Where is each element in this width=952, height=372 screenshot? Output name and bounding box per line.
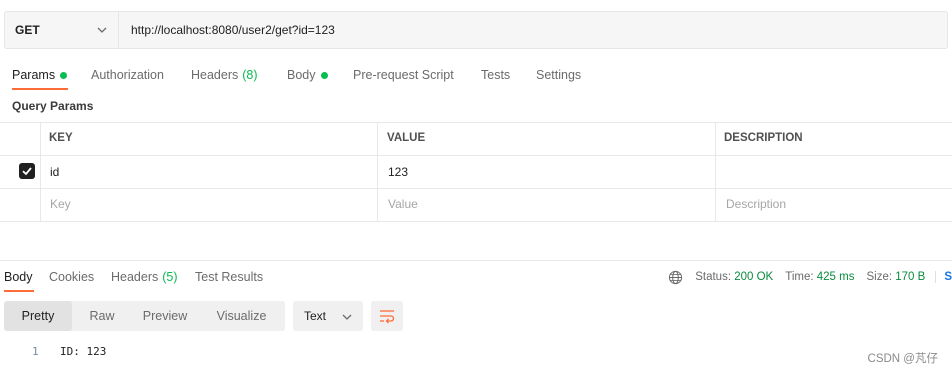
response-body-text[interactable]: ID: 123 <box>60 345 106 358</box>
tab-cookies[interactable]: Cookies <box>49 262 94 292</box>
chevron-down-icon <box>97 27 107 33</box>
watermark-text: CSDN @芃仔 <box>867 353 938 365</box>
size-label: Size: <box>866 271 893 283</box>
globe-icon[interactable] <box>668 270 683 285</box>
tab-body-label: Body <box>287 68 316 82</box>
new-description-input[interactable]: Description <box>726 197 786 211</box>
tab-headers-label: Headers <box>191 68 239 82</box>
param-enabled-checkbox[interactable] <box>19 163 35 179</box>
size-info[interactable]: Size: 170 B <box>866 271 925 283</box>
response-headers-count: (5) <box>162 270 178 284</box>
chevron-down-icon <box>342 314 352 320</box>
tab-params[interactable]: Params <box>12 60 68 90</box>
tab-settings-label: Settings <box>536 68 582 82</box>
table-col-divider <box>377 122 378 222</box>
format-select[interactable]: Text <box>293 301 363 331</box>
method-select[interactable]: GET <box>5 12 119 48</box>
response-divider <box>0 260 952 261</box>
url-input[interactable]: http://localhost:8080/user2/get?id=123 <box>131 12 335 48</box>
view-raw-button[interactable]: Raw <box>72 301 132 331</box>
url-text: http://localhost:8080/user2/get?id=123 <box>131 23 335 37</box>
tab-pre-request-label: Pre-request Script <box>353 68 454 82</box>
view-mode-group: Pretty Raw Preview Visualize <box>4 301 285 331</box>
active-response-tab-underline <box>4 290 34 292</box>
body-indicator-dot <box>320 71 328 79</box>
tab-settings[interactable]: Settings <box>536 60 581 90</box>
tab-authorization-label: Authorization <box>91 68 164 82</box>
status-value: 200 OK <box>734 271 774 283</box>
new-key-input[interactable]: Key <box>50 197 71 211</box>
table-border-bottom <box>0 221 952 222</box>
method-label: GET <box>15 23 40 37</box>
wrap-lines-icon <box>380 310 395 324</box>
tab-headers[interactable]: Headers (8) <box>191 60 258 90</box>
new-value-input[interactable]: Value <box>388 197 418 211</box>
headers-count: (8) <box>242 68 258 82</box>
tab-test-results-label: Test Results <box>195 270 264 284</box>
request-url-bar: GET http://localhost:8080/user2/get?id=1… <box>4 11 948 49</box>
table-row-divider <box>0 155 952 156</box>
active-tab-underline <box>12 88 68 90</box>
table-col-divider <box>715 122 716 222</box>
param-key-cell[interactable]: id <box>50 165 59 179</box>
format-label: Text <box>304 309 327 323</box>
tab-cookies-label: Cookies <box>49 270 95 284</box>
column-header-key: KEY <box>49 132 73 144</box>
time-label: Time: <box>785 271 814 283</box>
tab-pre-request-script[interactable]: Pre-request Script <box>353 60 454 90</box>
tab-tests-label: Tests <box>481 68 511 82</box>
tab-response-headers[interactable]: Headers (5) <box>111 262 178 292</box>
tab-authorization[interactable]: Authorization <box>91 60 164 90</box>
table-row-divider <box>0 188 952 189</box>
checkmark-icon <box>22 167 32 176</box>
table-col-divider <box>40 122 41 222</box>
param-value-cell[interactable]: 123 <box>388 165 408 179</box>
view-visualize-button[interactable]: Visualize <box>198 301 285 331</box>
params-indicator-dot <box>60 71 68 79</box>
size-value: 170 B <box>895 271 926 283</box>
view-pretty-button[interactable]: Pretty <box>4 301 72 331</box>
column-header-description: DESCRIPTION <box>724 132 803 144</box>
tab-test-results[interactable]: Test Results <box>195 262 263 292</box>
view-preview-button[interactable]: Preview <box>132 301 198 331</box>
query-params-title: Query Params <box>12 99 94 113</box>
query-params-table: KEY VALUE DESCRIPTION id 123 Key Value D… <box>0 122 952 222</box>
response-status-bar: Status: 200 OK Time: 425 ms Size: 170 B … <box>668 262 952 292</box>
wrap-lines-button[interactable] <box>371 301 403 331</box>
tab-response-body[interactable]: Body <box>4 262 33 292</box>
column-header-value: VALUE <box>387 132 426 144</box>
tab-response-body-label: Body <box>4 270 33 284</box>
tab-params-label: Params <box>12 68 56 82</box>
save-response-button[interactable]: S <box>935 271 952 283</box>
tab-tests[interactable]: Tests <box>481 60 510 90</box>
tab-body[interactable]: Body <box>287 60 328 90</box>
tab-response-headers-label: Headers <box>111 270 159 284</box>
time-value: 425 ms <box>816 271 855 283</box>
table-border-top <box>0 122 952 123</box>
time-info[interactable]: Time: 425 ms <box>785 271 854 283</box>
code-line-number: 1 <box>32 345 39 358</box>
status-label: Status: <box>695 271 732 283</box>
status-info[interactable]: Status: 200 OK <box>695 271 773 283</box>
